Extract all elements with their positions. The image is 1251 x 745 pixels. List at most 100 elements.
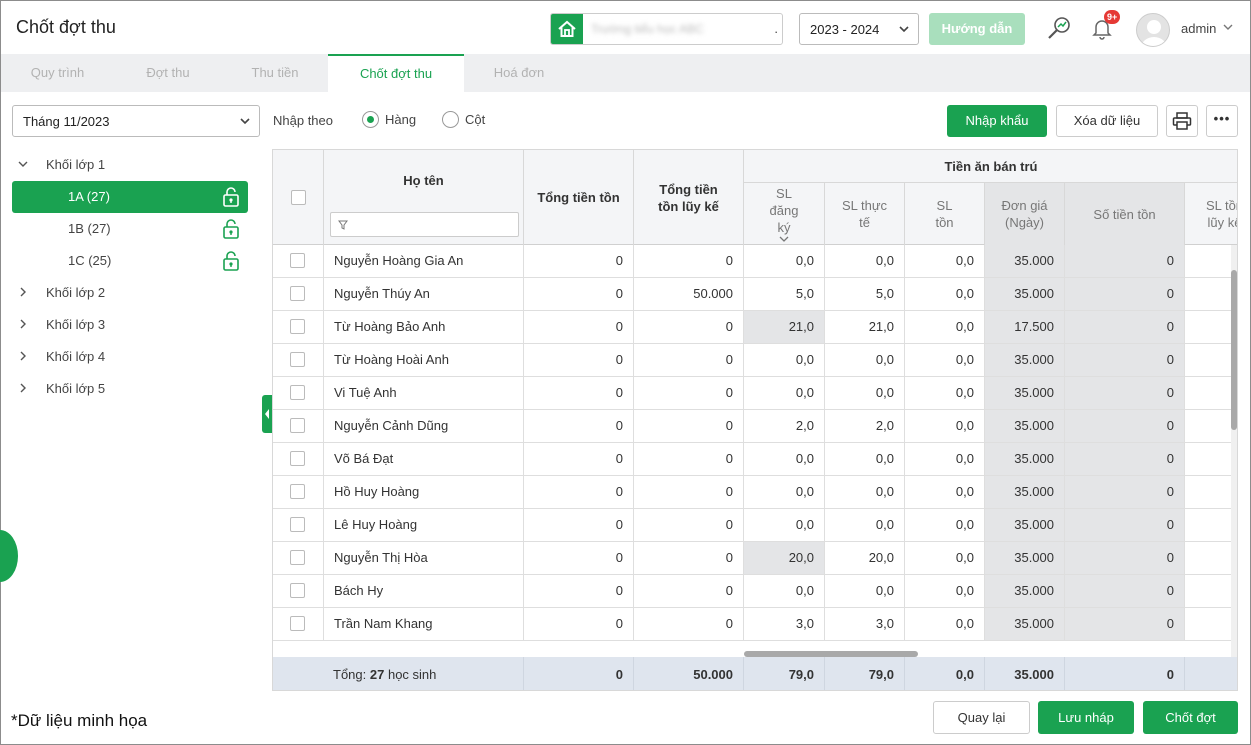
unit-price[interactable]: 35.000	[985, 608, 1065, 640]
table-row[interactable]: Nguyễn Cảnh Dũng 0 0 2,0 2,0 0,0 35.000 0	[273, 410, 1237, 443]
school-selector[interactable]: Trường tiểu học ABC .	[550, 13, 783, 45]
unit-price[interactable]: 35.000	[985, 344, 1065, 376]
tab-collect-money[interactable]: Thu tiền	[222, 54, 328, 92]
row-checkbox[interactable]	[290, 352, 305, 367]
tab-close-period[interactable]: Chốt đợt thu	[328, 54, 464, 92]
sl-actual[interactable]: 5,0	[825, 278, 905, 310]
row-checkbox[interactable]	[290, 583, 305, 598]
sl-registered[interactable]: 5,0	[744, 278, 825, 310]
row-checkbox[interactable]	[290, 484, 305, 499]
row-checkbox[interactable]	[290, 418, 305, 433]
tree-class-1a[interactable]: 1A (27)	[12, 181, 248, 213]
row-checkbox[interactable]	[290, 286, 305, 301]
unit-price[interactable]: 35.000	[985, 476, 1065, 508]
more-button[interactable]: •••	[1206, 105, 1238, 137]
tree-grade-1[interactable]: Khối lớp 1	[12, 149, 248, 181]
unit-price[interactable]: 35.000	[985, 509, 1065, 541]
sl-actual[interactable]: 0,0	[825, 575, 905, 607]
unit-price[interactable]: 35.000	[985, 245, 1065, 277]
sl-registered[interactable]: 0,0	[744, 377, 825, 409]
sl-balance: 0,0	[905, 509, 985, 541]
tab-process[interactable]: Quy trình	[1, 54, 114, 92]
sl-actual[interactable]: 20,0	[825, 542, 905, 574]
table-row[interactable]: Võ Bá Đạt 0 0 0,0 0,0 0,0 35.000 0	[273, 443, 1237, 476]
unit-price[interactable]: 35.000	[985, 377, 1065, 409]
tree-class-1c[interactable]: 1C (25)	[12, 245, 248, 277]
tab-collection-period[interactable]: Đợt thu	[114, 54, 222, 92]
month-select[interactable]: Tháng 11/2023	[12, 105, 260, 137]
sl-registered[interactable]: 0,0	[744, 245, 825, 277]
header-sl-registered[interactable]: SL đăng ký	[744, 183, 825, 245]
sl-registered[interactable]: 3,0	[744, 608, 825, 640]
row-checkbox[interactable]	[290, 319, 305, 334]
tree-grade-4[interactable]: Khối lớp 4	[12, 341, 248, 373]
avatar[interactable]	[1136, 13, 1170, 47]
row-checkbox[interactable]	[290, 616, 305, 631]
search-chart-icon[interactable]	[1044, 13, 1074, 43]
row-checkbox[interactable]	[290, 517, 305, 532]
row-checkbox[interactable]	[290, 451, 305, 466]
sl-registered[interactable]: 2,0	[744, 410, 825, 442]
sl-actual[interactable]: 0,0	[825, 443, 905, 475]
table-row[interactable]: Bách Hy 0 0 0,0 0,0 0,0 35.000 0	[273, 575, 1237, 608]
unit-price[interactable]: 35.000	[985, 542, 1065, 574]
table-row[interactable]: Nguyễn Thúy An 0 50.000 5,0 5,0 0,0 35.000 0	[273, 278, 1237, 311]
row-checkbox[interactable]	[290, 385, 305, 400]
header-sl-balance: SL tồn	[905, 183, 985, 245]
table-row[interactable]: Nguyễn Hoàng Gia An 0 0 0,0 0,0 0,0 35.000 0	[273, 245, 1237, 278]
sl-actual[interactable]: 0,0	[825, 509, 905, 541]
unit-price[interactable]: 35.000	[985, 278, 1065, 310]
collapse-panel-button[interactable]	[262, 395, 272, 433]
sl-actual[interactable]: 21,0	[825, 311, 905, 343]
table-row[interactable]: Lê Huy Hoàng 0 0 0,0 0,0 0,0 35.000 0	[273, 509, 1237, 542]
horizontal-scrollbar[interactable]	[744, 651, 918, 657]
radio-column[interactable]: Cột	[442, 111, 485, 128]
sl-actual[interactable]: 2,0	[825, 410, 905, 442]
tab-invoice[interactable]: Hoá đơn	[464, 54, 574, 92]
sl-registered[interactable]: 0,0	[744, 344, 825, 376]
tree-class-1b[interactable]: 1B (27)	[12, 213, 248, 245]
user-name[interactable]: admin	[1181, 21, 1216, 36]
back-button[interactable]: Quay lại	[933, 701, 1030, 734]
select-all-checkbox[interactable]	[290, 190, 306, 205]
sl-registered[interactable]: 0,0	[744, 443, 825, 475]
table-row[interactable]: Trần Nam Khang 0 0 3,0 3,0 0,0 35.000 0	[273, 608, 1237, 641]
sl-actual[interactable]: 0,0	[825, 245, 905, 277]
radio-row[interactable]: Hàng	[362, 111, 416, 128]
table-row[interactable]: Hồ Huy Hoàng 0 0 0,0 0,0 0,0 35.000 0	[273, 476, 1237, 509]
unit-price[interactable]: 35.000	[985, 410, 1065, 442]
unit-price[interactable]: 35.000	[985, 575, 1065, 607]
sl-registered[interactable]: 20,0	[744, 542, 825, 574]
unit-price[interactable]: 17.500	[985, 311, 1065, 343]
footer-sl-balance: 0,0	[905, 657, 985, 690]
year-select[interactable]: 2023 - 2024	[799, 13, 919, 45]
row-checkbox[interactable]	[290, 253, 305, 268]
import-button[interactable]: Nhập khẩu	[947, 105, 1047, 137]
tree-grade-3[interactable]: Khối lớp 3	[12, 309, 248, 341]
sl-actual[interactable]: 0,0	[825, 476, 905, 508]
save-draft-button[interactable]: Lưu nháp	[1038, 701, 1134, 734]
sl-registered[interactable]: 0,0	[744, 575, 825, 607]
print-button[interactable]	[1166, 105, 1198, 137]
sl-registered[interactable]: 0,0	[744, 509, 825, 541]
vertical-scrollbar[interactable]	[1231, 270, 1237, 430]
table-row[interactable]: Từ Hoàng Bảo Anh 0 0 21,0 21,0 0,0 17.500 0	[273, 311, 1237, 344]
guide-button[interactable]: Hướng dẫn	[929, 13, 1025, 45]
chevron-down-icon[interactable]	[1222, 21, 1234, 36]
sl-actual[interactable]: 3,0	[825, 608, 905, 640]
sl-registered[interactable]: 21,0	[744, 311, 825, 343]
unit-price[interactable]: 35.000	[985, 443, 1065, 475]
balance-amount: 0	[1065, 245, 1185, 277]
table-row[interactable]: Nguyễn Thị Hòa 0 0 20,0 20,0 0,0 35.000 0	[273, 542, 1237, 575]
table-row[interactable]: Từ Hoàng Hoài Anh 0 0 0,0 0,0 0,0 35.000 0	[273, 344, 1237, 377]
clear-data-button[interactable]: Xóa dữ liệu	[1056, 105, 1158, 137]
tree-grade-2[interactable]: Khối lớp 2	[12, 277, 248, 309]
sl-actual[interactable]: 0,0	[825, 377, 905, 409]
close-period-button[interactable]: Chốt đợt	[1143, 701, 1238, 734]
row-checkbox[interactable]	[290, 550, 305, 565]
name-filter-input[interactable]	[330, 212, 519, 237]
sl-registered[interactable]: 0,0	[744, 476, 825, 508]
tree-grade-5[interactable]: Khối lớp 5	[12, 373, 248, 405]
table-row[interactable]: Vi Tuệ Anh 0 0 0,0 0,0 0,0 35.000 0	[273, 377, 1237, 410]
sl-actual[interactable]: 0,0	[825, 344, 905, 376]
